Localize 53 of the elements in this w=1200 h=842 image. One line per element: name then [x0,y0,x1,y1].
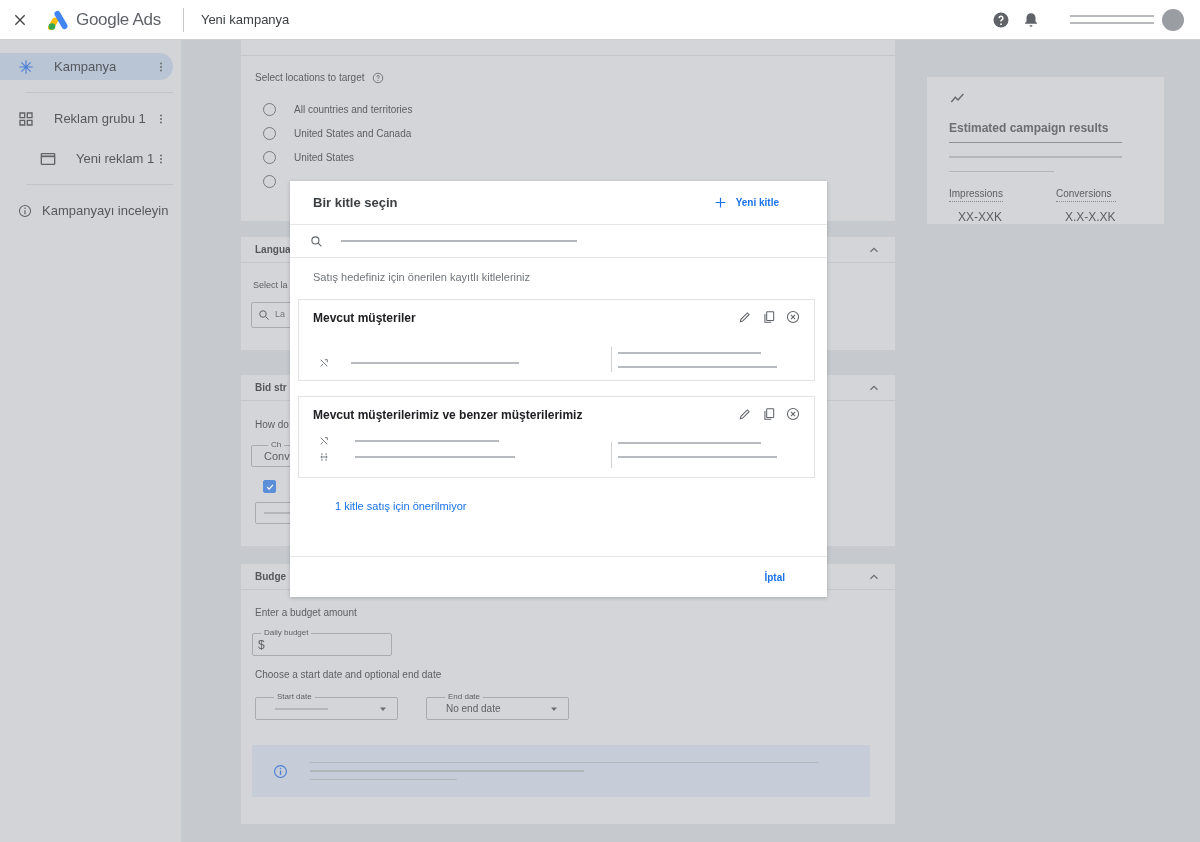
search-icon [310,234,323,248]
copy-icon[interactable] [762,406,776,421]
remove-icon[interactable] [786,309,800,324]
edit-icon[interactable] [738,406,752,421]
panel-title: Estimated campaign results [949,119,1122,143]
audience-card[interactable]: Mevcut müşterilerimiz ve benzer müşterilerimiz [298,395,815,478]
not-recommended-link[interactable]: 1 kitle satış için önerilmiyor [335,497,467,514]
audience-name: Mevcut müşterilerimiz ve benzer müşterilerimiz [313,406,583,424]
option-label: United States [294,150,355,165]
bell-icon[interactable] [1022,10,1040,29]
avatar[interactable] [1162,8,1184,31]
search-input[interactable]: La [275,307,295,322]
field-label: Choose a start date and optional end date [254,668,442,682]
audience-card[interactable]: Mevcut müşteriler [298,298,815,381]
question-text: How do [254,418,289,432]
info-icon [18,203,32,218]
field-label: Select la [252,279,288,292]
metric-label: Impressions [949,186,1003,202]
sparkle-icon [18,58,34,75]
section-title: Bid str [255,381,287,395]
edit-icon[interactable] [738,309,752,324]
grid-icon [18,110,34,127]
help-icon[interactable] [992,10,1010,29]
section-title: Budge [255,570,287,584]
new-audience-button[interactable]: Yeni kitle [713,195,779,210]
shuffle-icon [319,357,329,368]
section-title: Langua [255,243,291,257]
option-label: United States and Canada [294,126,412,141]
window-icon [40,150,56,167]
product-name: Google Ads [76,8,161,31]
field-label: Enter a budget amount [254,606,357,620]
metric-value: X.X-X.XK [1064,209,1116,226]
plus-icon [713,196,727,209]
hint-text: Satış hedefiniz için önerilen kayıtlı kitleleriniz [313,270,532,285]
search-icon [258,308,270,321]
metric-label: Conversions [1055,186,1116,202]
remove-icon[interactable] [786,406,800,421]
field-label: Select locations to target [255,71,365,85]
cancel-button[interactable]: İptal [764,569,785,585]
copy-icon[interactable] [762,309,776,324]
sidebar-item[interactable]: Yeni reklam 1 [0,145,173,172]
dialog-title: Bir kitle seçin [313,193,398,212]
sidebar-item[interactable]: Kampanyayı inceleyin [0,197,173,224]
google-ads-logo [48,9,70,30]
shuffle-icon [319,435,329,446]
info-icon [273,763,288,779]
audience-name: Mevcut müşteriler [313,309,416,327]
option-label: All countries and territories [294,102,413,117]
help-icon[interactable] [371,71,384,84]
sidebar-item[interactable]: Reklam grubu 1 [0,105,173,132]
sidebar-item[interactable]: Kampanya [0,53,173,80]
metric-value: XX-XXK [958,209,1003,226]
page-title: Yeni kampanya [200,10,290,29]
